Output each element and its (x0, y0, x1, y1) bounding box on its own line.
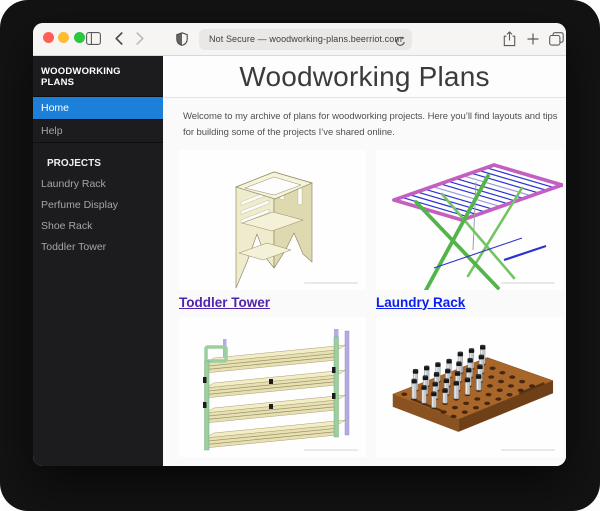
project-card-perfume-display (376, 316, 563, 457)
new-tab-icon[interactable] (527, 33, 539, 45)
shoe-rack-image[interactable] (179, 316, 366, 457)
address-bar[interactable]: Not Secure — woodworking-plans.beerriot.… (199, 28, 412, 52)
page-body: WOODWORKING PLANS Home Help PROJECTS Lau… (33, 56, 566, 466)
toddler-tower-image[interactable] (179, 149, 366, 290)
share-icon[interactable] (503, 31, 516, 47)
image-watermark (304, 281, 358, 284)
safari-window: Not Secure — woodworking-plans.beerriot.… (33, 23, 566, 466)
site-sidebar: WOODWORKING PLANS Home Help PROJECTS Lau… (33, 56, 163, 466)
sidebar-site-title: WOODWORKING PLANS (41, 66, 121, 88)
browser-toolbar: Not Secure — woodworking-plans.beerriot.… (33, 23, 566, 56)
content-scroll-area[interactable]: Welcome to my archive of plans for woodw… (163, 98, 566, 466)
main-content: Woodworking Plans Welcome to my archive … (163, 56, 566, 466)
forward-icon[interactable] (136, 32, 144, 45)
back-icon[interactable] (115, 32, 123, 45)
image-watermark (501, 281, 555, 284)
close-window-button[interactable] (42, 31, 54, 43)
expand-window-button[interactable] (73, 31, 85, 43)
minimize-window-button[interactable] (58, 31, 69, 43)
image-watermark (304, 448, 358, 451)
reload-icon[interactable] (395, 34, 406, 52)
perfume-display-image[interactable] (376, 316, 563, 457)
intro-paragraph: Welcome to my archive of plans for woodw… (183, 111, 558, 138)
url-text: Not Secure — woodworking-plans.beerriot.… (209, 34, 402, 44)
toddler-tower-link[interactable]: Toddler Tower (179, 295, 366, 310)
sidebar-item-laundry-rack[interactable]: Laundry Rack (33, 174, 163, 195)
project-card-toddler-tower: Toddler Tower (179, 149, 366, 317)
project-card-shoe-rack (179, 316, 366, 457)
sidebar-item-home[interactable]: Home (33, 96, 163, 119)
laundry-rack-link[interactable]: Laundry Rack (376, 295, 563, 310)
sidebar-item-perfume-display[interactable]: Perfume Display (33, 195, 163, 216)
page-title: Woodworking Plans (239, 60, 490, 92)
image-watermark (501, 448, 555, 451)
sidebar-item-toddler-tower[interactable]: Toddler Tower (33, 237, 163, 258)
sidebar-toggle-icon[interactable] (86, 32, 101, 45)
sidebar-item-shoe-rack[interactable]: Shoe Rack (33, 216, 163, 237)
sidebar-nav: Home Help (33, 96, 163, 143)
screen-background: Not Secure — woodworking-plans.beerriot.… (0, 0, 600, 511)
sidebar-item-help[interactable]: Help (33, 119, 163, 142)
project-grid: Toddler Tower Laundry Rack (179, 149, 563, 457)
show-tabs-icon[interactable] (549, 32, 564, 46)
project-card-laundry-rack: Laundry Rack (376, 149, 563, 317)
privacy-shield-icon[interactable] (176, 32, 188, 46)
sidebar-section-projects: PROJECTS (47, 158, 101, 169)
laundry-rack-image[interactable] (376, 149, 563, 290)
page-header: Woodworking Plans (163, 56, 566, 98)
